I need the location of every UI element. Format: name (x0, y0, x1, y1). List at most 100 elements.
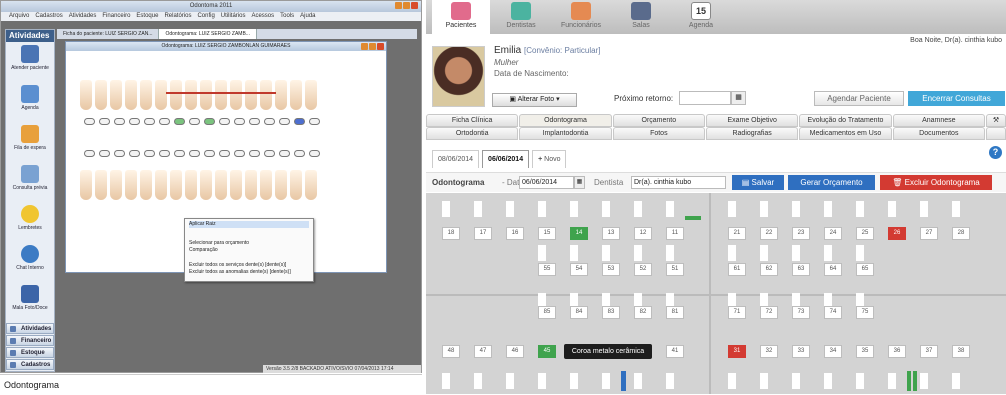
dentista-select[interactable]: Dr(a). cinthia kubo (631, 176, 726, 189)
tooth-72[interactable]: 72 (760, 306, 778, 319)
encerrar-consultas-button[interactable]: Encerrar Consultas (908, 91, 1005, 106)
calendar-icon[interactable]: ▦ (574, 176, 585, 189)
tab-orcamento[interactable]: Orçamento (612, 114, 705, 127)
tooth-14[interactable]: 14 (570, 227, 588, 240)
sidebar-item-lembretes[interactable]: Lembretes (6, 202, 54, 242)
tooth-63[interactable]: 63 (792, 263, 810, 276)
tooth-46[interactable]: 46 (506, 345, 524, 358)
tooth-33[interactable]: 33 (792, 345, 810, 358)
nav-salas[interactable]: Salas (612, 0, 670, 34)
tooth-73[interactable]: 73 (792, 306, 810, 319)
tooth-25[interactable]: 25 (856, 227, 874, 240)
tab-medicamentos[interactable]: Medicamentos em Uso (799, 127, 892, 140)
tooth-11[interactable]: 11 (666, 227, 684, 240)
tooth-26[interactable]: 26 (888, 227, 906, 240)
calendar-icon[interactable]: ▦ (731, 91, 746, 105)
tooth-81[interactable]: 81 (666, 306, 684, 319)
menu-item[interactable]: Ajuda (300, 13, 315, 19)
nav-agenda[interactable]: 15 Agenda (672, 0, 730, 34)
sidebar-item-atender[interactable]: Atender paciente (6, 42, 54, 82)
tooth-15[interactable]: 15 (538, 227, 556, 240)
tooth-65[interactable]: 65 (856, 263, 874, 276)
menu-item[interactable]: Acessos (251, 13, 274, 19)
tooth-47[interactable]: 47 (474, 345, 492, 358)
tooth-45[interactable]: 45 (538, 345, 556, 358)
tab-radiografias[interactable]: Radiografias (705, 127, 799, 140)
context-item[interactable]: Aplicar Raiz (189, 221, 309, 228)
sidebar-bar-financeiro[interactable]: Financeiro (6, 335, 54, 346)
sidebar-item-consulta[interactable]: Consulta prévia (6, 162, 54, 202)
date-tab-active[interactable]: 06/06/2014 (482, 150, 530, 168)
tooth-28[interactable]: 28 (952, 227, 970, 240)
window-controls[interactable] (395, 2, 418, 9)
tooth-41[interactable]: 41 (666, 345, 684, 358)
tooth-53[interactable]: 53 (602, 263, 620, 276)
tab-ortodontia[interactable]: Ortodontia (426, 127, 519, 140)
tooth-75[interactable]: 75 (856, 306, 874, 319)
tooth-62[interactable]: 62 (760, 263, 778, 276)
tooth-54[interactable]: 54 (570, 263, 588, 276)
menu-item[interactable]: Tools (280, 13, 294, 19)
tooth-32[interactable]: 32 (760, 345, 778, 358)
tooth-48[interactable]: 48 (442, 345, 460, 358)
menu-item[interactable]: Arquivo (9, 13, 29, 19)
close-icon[interactable] (411, 2, 418, 9)
tooth-27[interactable]: 27 (920, 227, 938, 240)
doc-tab[interactable]: Odontograma: LUIZ SERGIO ZAMB... (159, 29, 257, 39)
tooth-84[interactable]: 84 (570, 306, 588, 319)
new-odontogram-tab[interactable]: + Novo (532, 150, 567, 168)
tooth-64[interactable]: 64 (824, 263, 842, 276)
salvar-button[interactable]: ▤ Salvar (732, 175, 784, 190)
context-item[interactable]: Selecionar para orçamento (189, 240, 309, 247)
tooth-18[interactable]: 18 (442, 227, 460, 240)
tab-tools-icon[interactable]: ⚒ (985, 114, 1006, 127)
agendar-paciente-button[interactable]: Agendar Paciente (814, 91, 904, 106)
menu-item[interactable]: Estoque (136, 13, 158, 19)
tooth-22[interactable]: 22 (760, 227, 778, 240)
nav-pacientes[interactable]: Pacientes (432, 0, 490, 34)
tab-exame-objetivo[interactable]: Exame Objetivo (705, 114, 799, 127)
tooth-35[interactable]: 35 (856, 345, 874, 358)
help-icon[interactable]: ? (989, 146, 1002, 159)
tooth-82[interactable]: 82 (634, 306, 652, 319)
date-tab[interactable]: 08/06/2014 (432, 150, 480, 168)
menu-item[interactable]: Relatórios (164, 13, 191, 19)
menu-item[interactable]: Financeiro (102, 13, 130, 19)
tooth-24[interactable]: 24 (824, 227, 842, 240)
tooth-71[interactable]: 71 (728, 306, 746, 319)
tooth-83[interactable]: 83 (602, 306, 620, 319)
tab-documentos[interactable]: Documentos (892, 127, 985, 140)
tooth-37[interactable]: 37 (920, 345, 938, 358)
tooth-34[interactable]: 34 (824, 345, 842, 358)
date-input[interactable]: 06/06/2014 (519, 176, 574, 189)
tooth-85[interactable]: 85 (538, 306, 556, 319)
minimize-icon[interactable] (395, 2, 402, 9)
close-icon[interactable] (377, 43, 384, 50)
tooth-23[interactable]: 23 (792, 227, 810, 240)
nav-funcionarios[interactable]: Funcionários (552, 0, 610, 34)
context-item[interactable]: Comparação (189, 247, 309, 254)
tooth-12[interactable]: 12 (634, 227, 652, 240)
tooth-31[interactable]: 31 (728, 345, 746, 358)
tooth-13[interactable]: 13 (602, 227, 620, 240)
minimize-icon[interactable] (361, 43, 368, 50)
excluir-odontograma-button[interactable]: 🗑 Excluir Odontograma (880, 175, 992, 190)
tooth-21[interactable]: 21 (728, 227, 746, 240)
menu-item[interactable]: Config (197, 13, 214, 19)
sidebar-item-mala[interactable]: Mala Foto/Doce (6, 282, 54, 322)
context-item[interactable]: Excluir todos as anomalias dente(s) [den… (189, 269, 309, 276)
tooth-38[interactable]: 38 (952, 345, 970, 358)
sidebar-bar-cadastros[interactable]: Cadastros (6, 359, 54, 370)
tooth-face-row[interactable] (84, 150, 320, 157)
menu-item[interactable]: Utilitários (221, 13, 246, 19)
proximo-retorno-input[interactable] (679, 91, 731, 105)
sidebar-bar-estoque[interactable]: Estoque (6, 347, 54, 358)
tooth-16[interactable]: 16 (506, 227, 524, 240)
tooth-52[interactable]: 52 (634, 263, 652, 276)
tooth-51[interactable]: 51 (666, 263, 684, 276)
inner-window-controls[interactable] (361, 43, 384, 50)
tab-evolucao[interactable]: Evolução do Tratamento (799, 114, 892, 127)
alterar-foto-button[interactable]: ▣ Alterar Foto ▾ (492, 93, 577, 107)
maximize-icon[interactable] (403, 2, 410, 9)
gerar-orcamento-button[interactable]: Gerar Orçamento (788, 175, 875, 190)
